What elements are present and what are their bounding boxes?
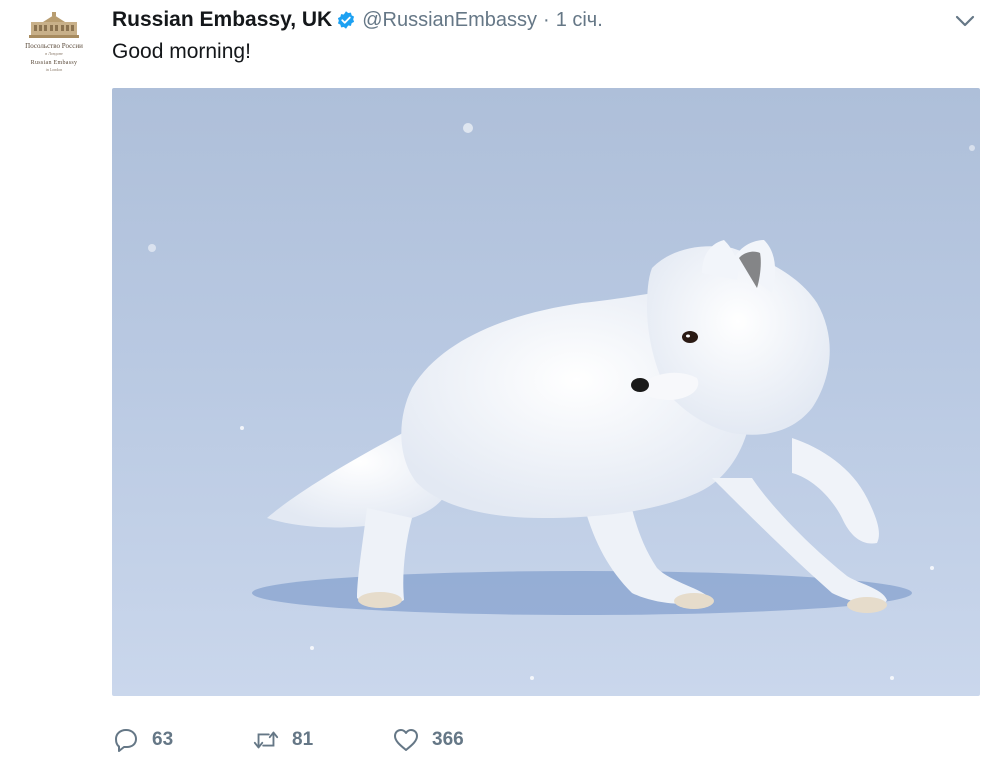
tweet-card: Посольство России в Лондоне Russian Emba… [0,0,1000,770]
verified-badge-icon [336,10,356,30]
avatar[interactable]: Посольство России в Лондоне Russian Emba… [8,8,100,80]
retweet-button[interactable]: 81 [252,726,392,754]
retweet-icon [252,726,280,754]
more-options-chevron-down-icon[interactable] [954,12,976,30]
tweet-text: Good morning! [112,40,251,63]
embassy-building-icon [29,12,79,38]
arctic-fox-photo [112,88,980,696]
like-button[interactable]: 366 [392,726,464,754]
tweet-photo[interactable] [112,88,980,696]
header-separator: · [543,8,550,31]
author-handle[interactable]: @RussianEmbassy [362,9,537,32]
like-count: 366 [432,729,464,750]
avatar-text-english-sub: in London [45,67,63,72]
reply-count: 63 [152,729,174,750]
tweet-timestamp[interactable]: 1 січ. [556,9,603,32]
tweet-header: Russian Embassy, UK @RussianEmbassy · 1 … [112,6,603,34]
reply-button[interactable]: 63 [112,726,252,754]
avatar-text-russian-sub: в Лондоне [45,51,63,56]
tweet-actions-bar: 63 81 366 [112,722,464,758]
heart-icon [392,726,420,754]
retweet-count: 81 [292,729,314,750]
author-display-name[interactable]: Russian Embassy, UK [112,8,332,32]
avatar-text-russian: Посольство России [25,42,83,50]
avatar-text-english: Russian Embassy [30,60,78,66]
reply-icon [112,726,140,754]
